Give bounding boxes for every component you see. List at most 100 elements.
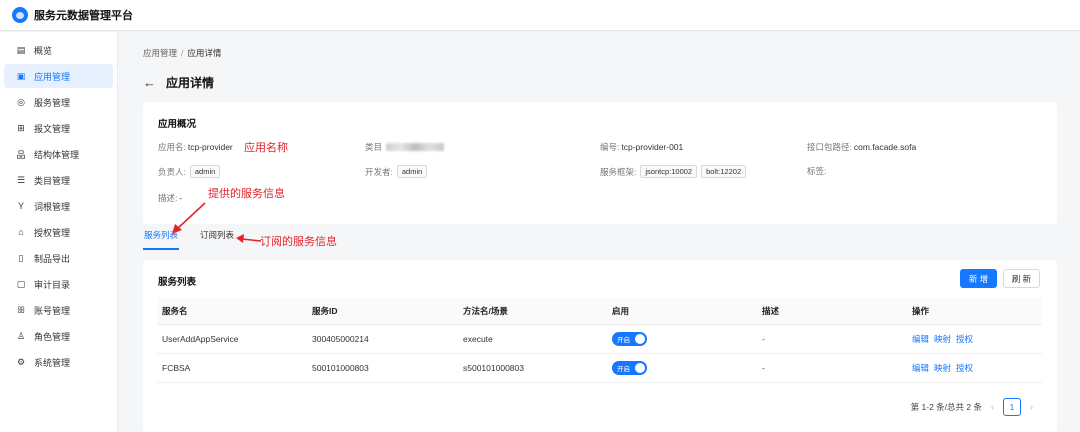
refresh-button[interactable]: 刷 新: [1003, 269, 1040, 288]
settings-icon: ⚙: [16, 356, 26, 367]
sidebar-item[interactable]: ◎ 服务管理: [4, 90, 113, 114]
sidebar-item[interactable]: ▢ 审计目录: [4, 272, 113, 296]
top-bar: 服务元数据管理平台: [0, 0, 1080, 31]
app-name-value: tcp-provider: [187, 142, 233, 152]
desc-cell: -: [757, 324, 907, 354]
mapping-link[interactable]: 映射: [934, 363, 951, 373]
tab-service-list[interactable]: 服务列表: [143, 228, 180, 250]
package-value: com.facade.sofa: [853, 142, 917, 152]
framework-tag: jsontcp:10002: [640, 165, 698, 178]
package-field: 接口包路径: com.facade.sofa: [807, 141, 916, 153]
app-name-field: 应用名: tcp-provider: [158, 141, 233, 153]
annotation-subscribed: 订阅的服务信息: [260, 236, 337, 248]
prev-page-icon[interactable]: ‹: [991, 402, 994, 412]
table-row: FCBSA 500101000803 s500101000803 开启 - 编辑 映射 授权: [157, 353, 1042, 383]
sidebar-item-label: 系统管理: [34, 357, 71, 368]
category-field: 类目: [365, 141, 445, 153]
tab-subscription-list[interactable]: 订阅列表: [199, 228, 235, 250]
sidebar-item-label: 账号管理: [34, 305, 71, 316]
edit-link[interactable]: 编辑: [912, 334, 929, 344]
sidebar-item-label: 类目管理: [34, 175, 71, 186]
sidebar-item[interactable]: ▯ 制品导出: [4, 246, 113, 270]
method-cell: execute: [458, 324, 607, 354]
authorize-link[interactable]: 授权: [956, 363, 973, 373]
app-icon: ▣: [16, 70, 26, 81]
sidebar-item[interactable]: ▤ 概览: [4, 38, 113, 62]
sidebar-item[interactable]: Y 词根管理: [4, 194, 113, 218]
breadcrumb-separator: /: [181, 48, 184, 58]
service-list-card: 服务列表 新 增 刷 新 服务名 服务ID 方法名/场景 启用 描述 操作 Us…: [143, 260, 1057, 432]
page-title: 应用详情: [166, 76, 215, 90]
mapping-link[interactable]: 映射: [934, 334, 951, 344]
role-icon: ♙: [16, 330, 26, 341]
toggle-knob: [635, 333, 645, 344]
service-table: 服务名 服务ID 方法名/场景 启用 描述 操作 UserAddAppServi…: [157, 298, 1042, 383]
app-name-label: 应用名:: [158, 142, 186, 152]
sidebar-item[interactable]: ⌂ 授权管理: [4, 220, 113, 244]
annotation-app-name: 应用名称: [244, 142, 288, 154]
sidebar-item-label: 授权管理: [34, 227, 71, 238]
owner-tag: admin: [189, 165, 221, 178]
enabled-cell: 开启: [607, 324, 757, 354]
account-icon: ꕥ: [16, 304, 26, 315]
column-header: 启用: [607, 298, 757, 325]
toggle-label: 开启: [617, 336, 630, 344]
sidebar-item-label: 制品导出: [34, 253, 71, 264]
column-header: 服务名: [157, 298, 307, 325]
sidebar-item-label: 概览: [34, 45, 53, 56]
column-header: 描述: [757, 298, 907, 325]
table-header-row: 服务名 服务ID 方法名/场景 启用 描述 操作: [157, 298, 1042, 325]
edit-link[interactable]: 编辑: [912, 363, 929, 373]
service-icon: ◎: [17, 96, 25, 107]
code-field: 编号: tcp-provider-001: [600, 141, 683, 153]
framework-field: 服务框架: jsontcp:10002 bolt:12202: [600, 165, 747, 178]
authorize-link[interactable]: 授权: [956, 334, 973, 344]
service-name-cell: UserAddAppService: [157, 324, 307, 354]
sidebar-item-label: 服务管理: [34, 97, 71, 108]
service-id-cell: 300405000214: [307, 324, 458, 354]
auth-icon: ⌂: [18, 227, 24, 237]
page-number[interactable]: 1: [1003, 398, 1021, 416]
app-logo-icon: [12, 7, 28, 23]
main-content: 应用管理 / 应用详情 ← 应用详情 应用概况 应用名: tcp-provider …: [118, 32, 1080, 432]
developer-tag: admin: [396, 165, 428, 178]
sidebar-item[interactable]: ⚙ 系统管理: [4, 350, 113, 374]
code-value: tcp-provider-001: [621, 142, 684, 152]
enabled-cell: 开启: [607, 353, 757, 383]
category-icon: ☰: [16, 174, 26, 185]
sidebar-item-label: 角色管理: [34, 331, 71, 342]
sidebar-item-label: 应用管理: [34, 71, 71, 82]
package-label: 接口包路径:: [807, 142, 852, 152]
sidebar-item-label: 审计目录: [34, 279, 71, 290]
sidebar-item-label: 结构体管理: [34, 149, 80, 160]
sidebar-item[interactable]: ⊞ 报文管理: [4, 116, 113, 140]
page-header: ← 应用详情: [143, 74, 214, 91]
sidebar-item[interactable]: ♙ 角色管理: [4, 324, 113, 348]
tags-label: 标签:: [807, 166, 827, 176]
next-page-icon[interactable]: ›: [1030, 402, 1033, 412]
developer-label: 开发者:: [365, 166, 393, 177]
sidebar-item[interactable]: ☰ 类目管理: [4, 168, 113, 192]
framework-tag: bolt:12202: [701, 165, 747, 178]
category-value-blurred: [386, 143, 445, 151]
enabled-toggle[interactable]: 开启: [612, 360, 647, 375]
sidebar-item[interactable]: ꕥ 账号管理: [4, 298, 113, 322]
tags-field: 标签:: [807, 165, 826, 177]
back-arrow-icon[interactable]: ←: [143, 75, 156, 90]
sidebar-item[interactable]: ▣ 应用管理: [4, 64, 113, 88]
app-title: 服务元数据管理平台: [34, 10, 133, 22]
actions-cell: 编辑 映射 授权: [907, 324, 1042, 354]
breadcrumb-parent[interactable]: 应用管理: [143, 48, 177, 58]
new-service-button[interactable]: 新 增: [960, 269, 997, 288]
owner-field: 负责人: admin: [158, 165, 221, 178]
sidebar-item-label: 报文管理: [34, 123, 71, 134]
actions-cell: 编辑 映射 授权: [907, 353, 1042, 383]
overview-title: 应用概况: [158, 119, 197, 130]
tab-bar: 服务列表 订阅列表: [143, 228, 255, 250]
sidebar-item[interactable]: 品结构体管理: [4, 142, 113, 166]
sidebar: ▤ 概览 ▣ 应用管理 ◎ 服务管理 ⊞ 报文管理品结构体管理 ☰ 类目管理 Y 词根管理 ⌂ 授权管理 ▯…: [0, 32, 118, 432]
service-list-title: 服务列表: [158, 277, 197, 288]
structure-icon: 品: [16, 149, 26, 160]
audit-icon: ▢: [16, 278, 26, 289]
enabled-toggle[interactable]: 开启: [612, 331, 647, 346]
